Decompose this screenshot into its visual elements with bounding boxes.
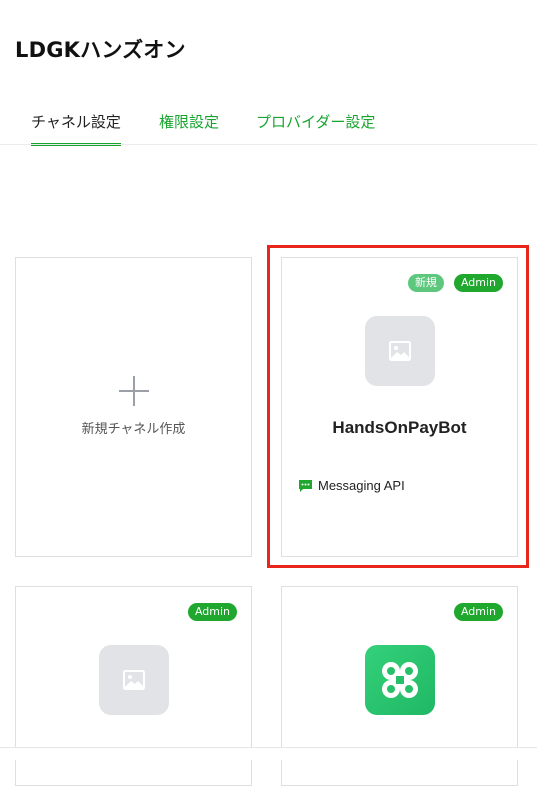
channel-name: HandsOnPayBot bbox=[332, 418, 467, 437]
new-badge: 新規 bbox=[407, 274, 444, 292]
image-placeholder-icon bbox=[365, 316, 435, 386]
page-title: LDGKハンズオン bbox=[15, 38, 186, 62]
admin-badge: Admin bbox=[453, 274, 503, 292]
create-channel-label: 新規チャネル作成 bbox=[81, 422, 186, 437]
admin-badge: Admin bbox=[453, 603, 503, 621]
create-channel-card[interactable]: 新規チャネル作成 bbox=[15, 257, 252, 557]
viewport-bottom-area bbox=[0, 748, 537, 760]
green-x-logo-icon bbox=[365, 645, 435, 715]
tab-divider bbox=[0, 144, 537, 145]
tab-provider-settings[interactable]: プロバイダー設定 bbox=[256, 108, 375, 144]
message-bubble-icon bbox=[299, 479, 312, 492]
badge-group: Admin bbox=[187, 603, 237, 621]
channel-type: Messaging API bbox=[299, 478, 405, 493]
plus-icon bbox=[119, 376, 149, 406]
badge-group: Admin bbox=[453, 603, 503, 621]
image-placeholder-icon bbox=[99, 645, 169, 715]
tab-bar: チャネル設定 権限設定 プロバイダー設定 bbox=[0, 108, 537, 146]
channel-type-label: Messaging API bbox=[318, 478, 405, 493]
admin-badge: Admin bbox=[187, 603, 237, 621]
tab-permission-settings[interactable]: 権限設定 bbox=[159, 108, 219, 144]
badge-group: 新規 Admin bbox=[407, 274, 503, 292]
tab-channel-settings[interactable]: チャネル設定 bbox=[31, 108, 121, 146]
channel-card-handsonpaybot[interactable]: 新規 Admin HandsOnPayBot Messaging API bbox=[281, 257, 518, 557]
